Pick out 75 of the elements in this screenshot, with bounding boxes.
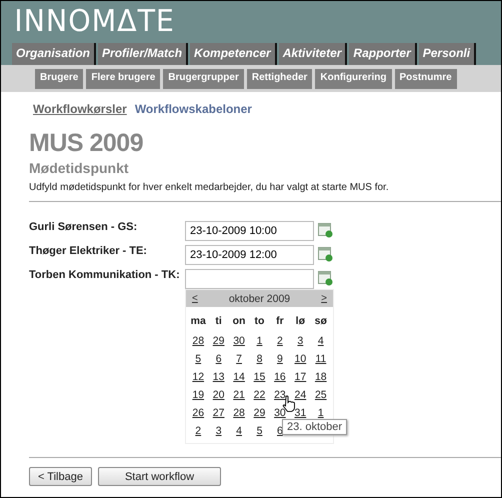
calendar-day[interactable]: 5	[188, 351, 208, 368]
start-button[interactable]: Start workflow	[98, 467, 222, 486]
weekday-label: ti	[214, 314, 223, 329]
calendar-day[interactable]: 3	[290, 333, 311, 350]
weekday-label: ma	[190, 314, 207, 329]
employee-label: Torben Kommunikation - TK:	[29, 269, 181, 281]
weekday-label: lø	[294, 314, 306, 329]
calendar-day[interactable]: 6	[208, 351, 229, 368]
sub-tab[interactable]: Konfigurering	[315, 69, 392, 89]
calendar-day[interactable]: 29	[208, 333, 229, 350]
sub-tab[interactable]: Brugere	[35, 69, 84, 89]
nav-tab[interactable]: Personli	[418, 43, 476, 65]
employee-label: Gurli Sørensen - GS:	[29, 221, 138, 233]
calendar-day[interactable]: 27	[208, 405, 229, 422]
calendar-day[interactable]: 11	[310, 351, 331, 368]
calendar-day[interactable]: 5	[249, 423, 270, 440]
weekday-label: on	[232, 314, 246, 329]
calendar-day[interactable]: 4	[228, 423, 250, 440]
calendar-day[interactable]: 1	[249, 333, 270, 350]
nav-tab[interactable]: Organisation	[12, 43, 96, 65]
calendar-day[interactable]: 28	[188, 333, 208, 350]
prev-month-link[interactable]: <	[192, 293, 198, 304]
calendar-day[interactable]: 19	[188, 387, 208, 404]
datetime-field[interactable]: 23-10-2009 12:00	[185, 245, 314, 265]
datetime-field[interactable]: 23-10-2009 10:00	[185, 221, 314, 241]
calendar-day[interactable]: 28	[228, 405, 250, 422]
workflow-link[interactable]: Workflowkørsler	[33, 102, 127, 116]
next-month-link[interactable]: >	[321, 293, 327, 304]
page-title: MUS 2009	[29, 130, 144, 156]
calendar-day[interactable]: 4	[310, 333, 331, 350]
weekday-label: sø	[314, 314, 328, 329]
calendar-day[interactable]: 2	[188, 423, 208, 440]
sub-tab[interactable]: Brugergrupper	[163, 69, 244, 89]
calendar-day[interactable]: 30	[228, 333, 250, 350]
calendar-day[interactable]: 14	[228, 369, 250, 386]
calendar-day[interactable]: 2	[270, 333, 290, 350]
logo: INNOMΔTE	[13, 5, 176, 39]
nav-tab[interactable]: Profiler/Match	[98, 43, 188, 65]
sub-tab[interactable]: Flere brugere	[86, 69, 160, 89]
calendar-icon[interactable]	[318, 246, 333, 262]
sub-tab[interactable]: Rettigheder	[246, 69, 312, 89]
calendar-icon[interactable]	[318, 270, 333, 286]
workflow-link[interactable]: Workflowskabeloner	[134, 102, 252, 116]
datetime-field[interactable]	[185, 269, 314, 289]
calendar-day[interactable]: 13	[208, 369, 229, 386]
calendar-day[interactable]: 3	[208, 423, 229, 440]
sub-tab[interactable]: Postnumre	[394, 69, 457, 89]
calendar-day[interactable]: 29	[249, 405, 270, 422]
calendar-day[interactable]: 12	[188, 369, 208, 386]
calendar-day[interactable]: 25	[310, 387, 331, 404]
back-button[interactable]: < Tilbage	[29, 467, 92, 486]
calendar-day[interactable]: 1	[310, 405, 331, 422]
month-label: oktober 2009	[228, 292, 290, 304]
calendar-icon[interactable]	[318, 222, 333, 238]
calendar-day[interactable]: 22	[249, 387, 270, 404]
calendar-day[interactable]: 8	[249, 351, 270, 368]
calendar-day[interactable]: 26	[188, 405, 208, 422]
tooltip: 23. oktober	[282, 419, 348, 435]
description: Udfyld mødetidspunkt for hver enkelt medarbejder, du har valgt at starte MUS for.	[29, 182, 390, 193]
nav-tab[interactable]: Aktiviteter	[278, 43, 348, 65]
calendar-day[interactable]: 10	[290, 351, 311, 368]
calendar-day[interactable]: 21	[228, 387, 250, 404]
calendar-day[interactable]: 7	[228, 351, 250, 368]
calendar-day[interactable]: 17	[290, 369, 311, 386]
calendar-day[interactable]: 18	[310, 369, 331, 386]
calendar-day[interactable]: 20	[208, 387, 229, 404]
calendar-day[interactable]: 15	[249, 369, 270, 386]
calendar-day[interactable]: 9	[270, 351, 290, 368]
employee-label: Thøger Elektriker - TE:	[29, 245, 148, 257]
nav-tab[interactable]: Rapporter	[349, 43, 417, 65]
calendar-day[interactable]: 16	[270, 369, 290, 386]
weekday-label: to	[254, 314, 266, 329]
weekday-label: fr	[275, 314, 285, 329]
page-subtitle: Mødetidspunkt	[29, 160, 130, 176]
nav-tab[interactable]: Kompetencer	[190, 43, 277, 65]
